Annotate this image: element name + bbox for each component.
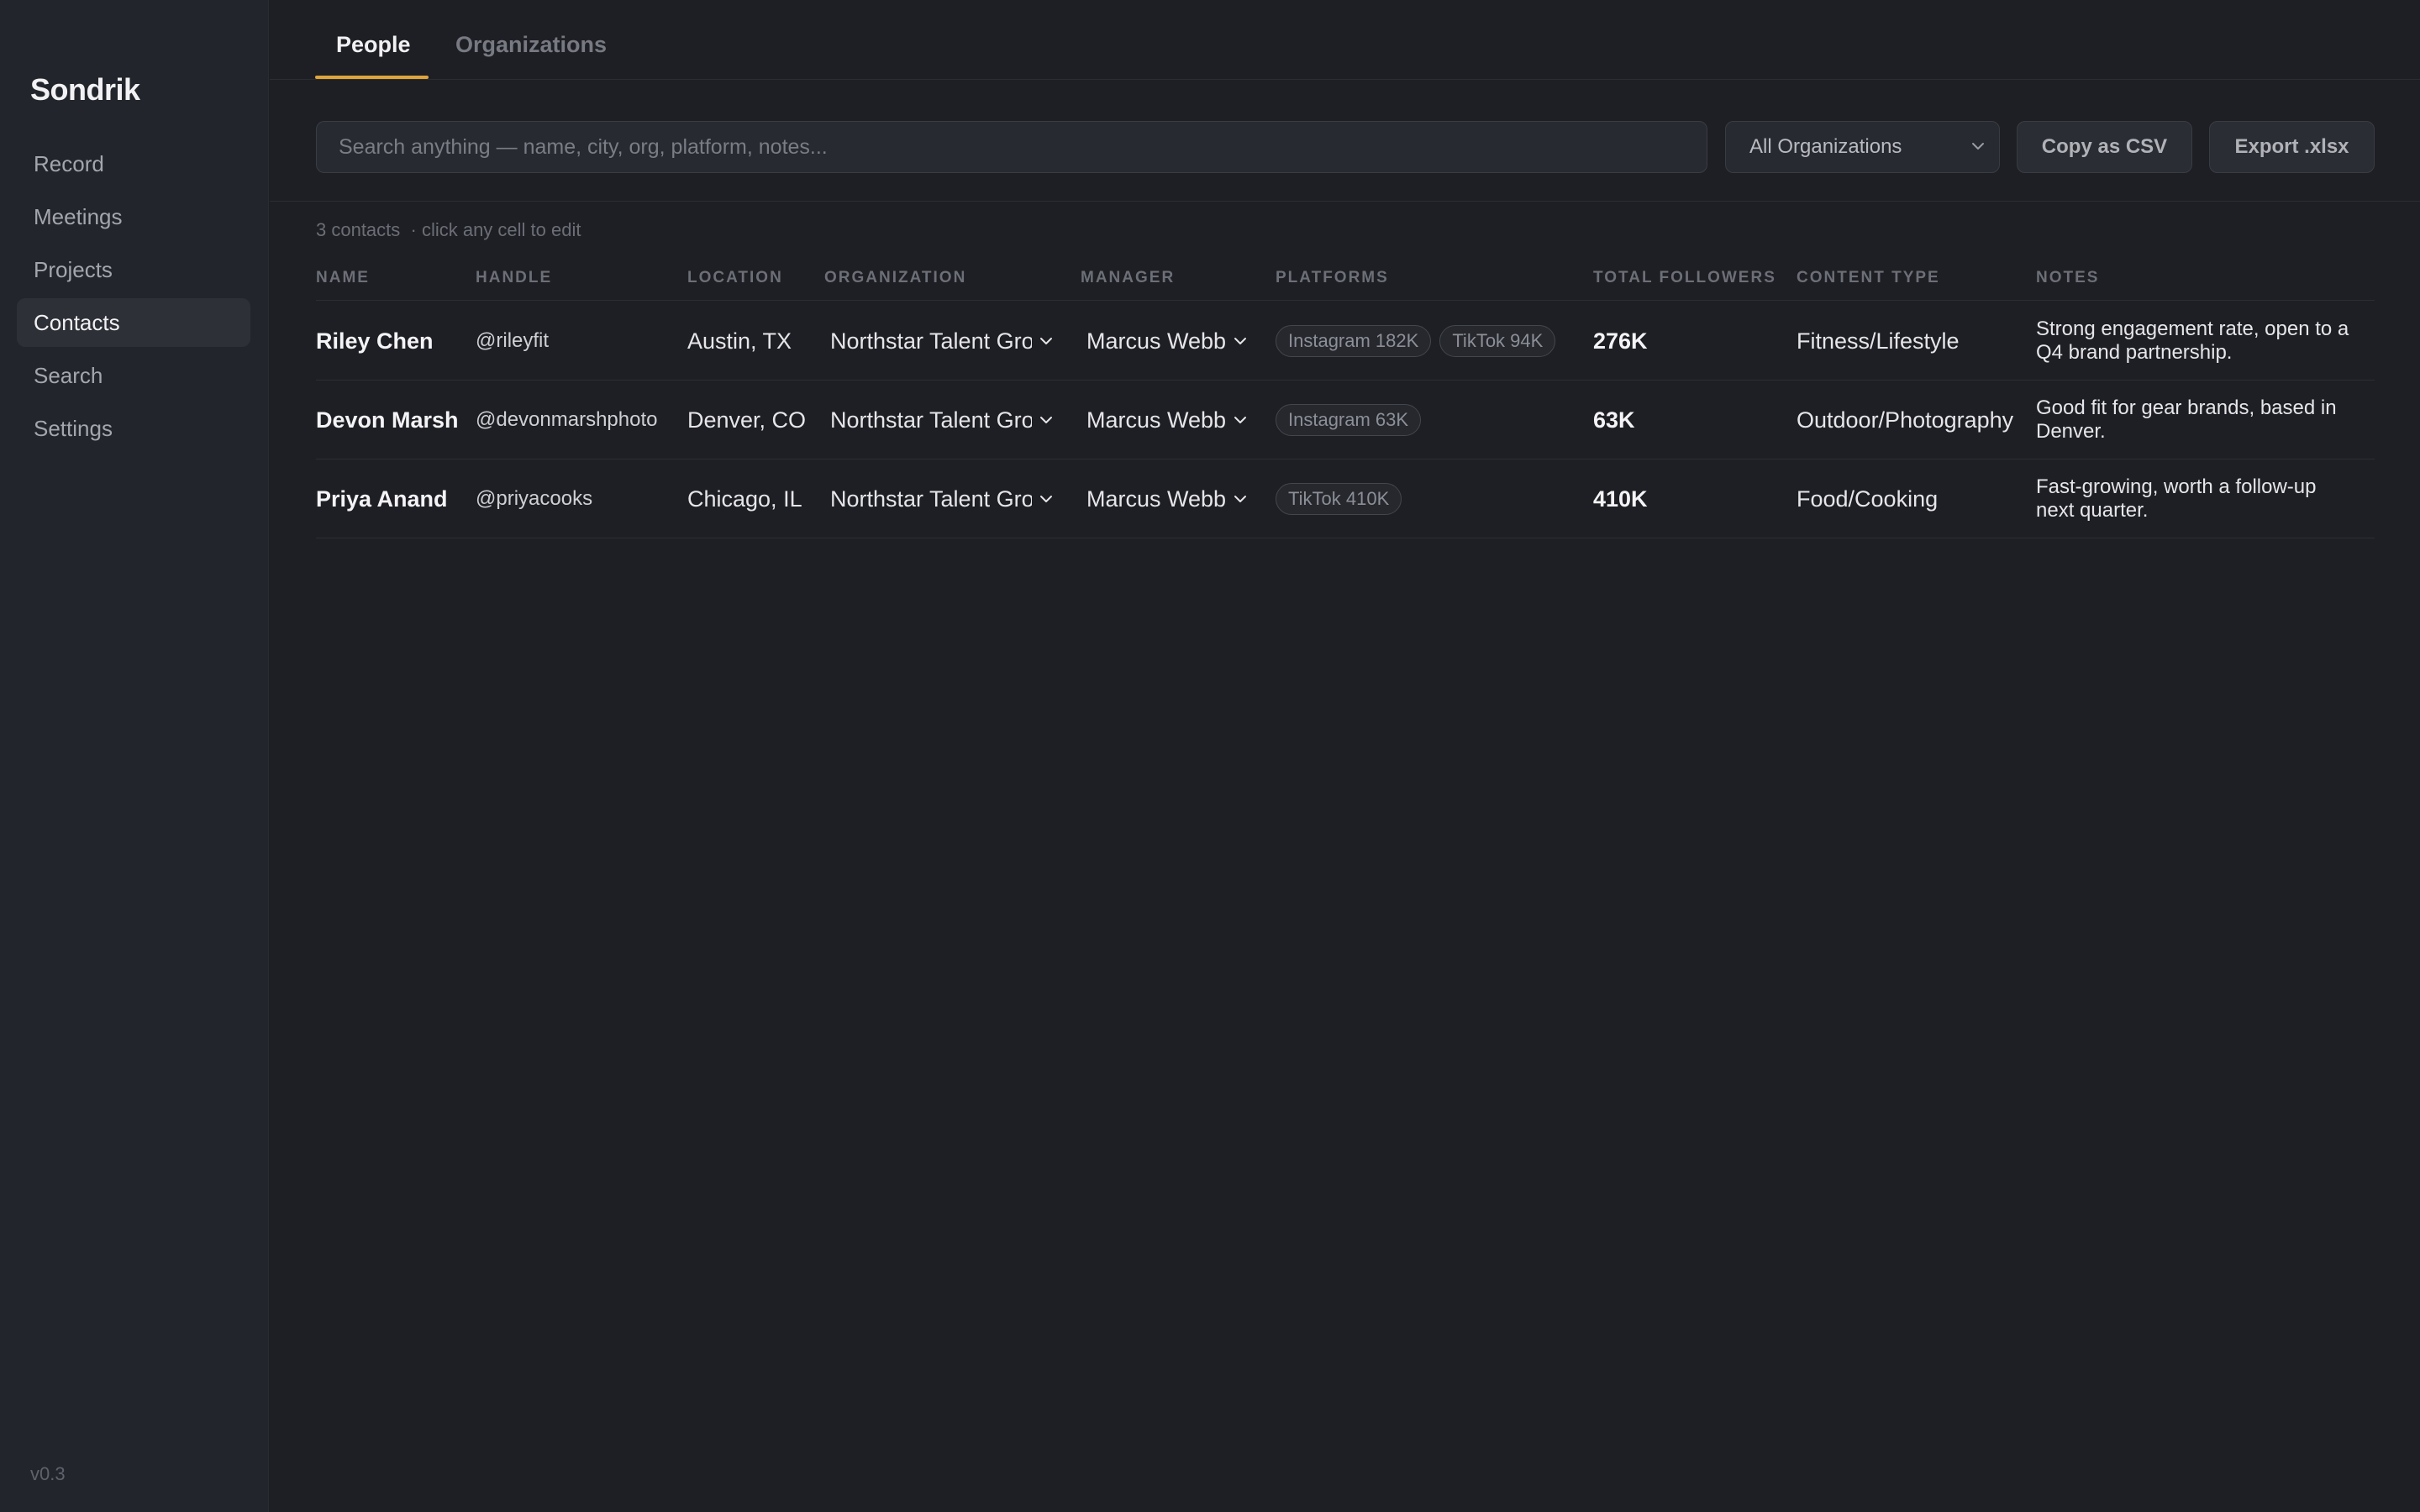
sidebar-item-settings[interactable]: Settings	[17, 404, 250, 453]
cell-organization-dropdown[interactable]: Northstar Talent Group	[830, 459, 1054, 538]
sidebar-item-contacts[interactable]: Contacts	[17, 298, 250, 347]
platform-pill: Instagram 63K	[1276, 404, 1422, 436]
chevron-down-icon	[1972, 143, 1984, 150]
cell-name[interactable]: Priya Anand	[316, 459, 448, 538]
chevron-down-icon	[1040, 338, 1052, 344]
cell-location[interactable]: Denver, CO	[687, 381, 806, 459]
column-header-total-followers[interactable]: TOTAL FOLLOWERS	[1593, 269, 1776, 287]
copy-csv-button[interactable]: Copy as CSV	[2017, 121, 2192, 173]
sidebar-item-search[interactable]: Search	[17, 351, 250, 400]
column-header-content-type[interactable]: CONTENT TYPE	[1797, 269, 1940, 287]
column-header-handle[interactable]: HANDLE	[476, 269, 552, 287]
sidebar-nav: Record Meetings Projects Contacts Search…	[17, 139, 250, 457]
sidebar-item-record[interactable]: Record	[17, 139, 250, 188]
table-header: NAME HANDLE LOCATION ORGANIZATION MANAGE…	[316, 267, 2375, 301]
cell-manager-dropdown[interactable]: Marcus Webb	[1086, 381, 1248, 459]
cell-handle[interactable]: @devonmarshphoto	[476, 381, 658, 459]
cell-location[interactable]: Chicago, IL	[687, 459, 802, 538]
cell-handle[interactable]: @rileyfit	[476, 302, 549, 381]
cell-name[interactable]: Devon Marsh	[316, 381, 459, 459]
search-input[interactable]	[316, 121, 1707, 173]
chevron-down-icon	[1234, 496, 1247, 502]
notes-text: Fast-growing, worth a follow-up next qua…	[2036, 475, 2317, 522]
chevron-down-icon	[1234, 338, 1247, 344]
cell-content-type[interactable]: Outdoor/Photography	[1797, 381, 2013, 459]
notes-text: Good fit for gear brands, based in Denve…	[2036, 396, 2337, 443]
cell-notes[interactable]: Good fit for gear brands, based in Denve…	[2036, 381, 2360, 459]
cell-handle[interactable]: @priyacooks	[476, 459, 592, 538]
organization-value: Northstar Talent Group	[830, 486, 1032, 512]
column-header-manager[interactable]: MANAGER	[1081, 269, 1175, 287]
chevron-down-icon	[1040, 417, 1052, 423]
toolbar: All Organizations Copy as CSV Export .xl…	[316, 121, 2375, 173]
sidebar-item-label: Settings	[34, 415, 113, 441]
cell-manager-dropdown[interactable]: Marcus Webb	[1086, 302, 1248, 381]
cell-total-followers[interactable]: 276K	[1593, 302, 1648, 381]
column-header-location[interactable]: LOCATION	[687, 269, 783, 287]
chevron-down-icon	[1040, 496, 1052, 502]
cell-name[interactable]: Riley Chen	[316, 302, 434, 381]
cell-total-followers[interactable]: 63K	[1593, 381, 1635, 459]
sidebar-item-label: Contacts	[34, 309, 120, 335]
cell-total-followers[interactable]: 410K	[1593, 459, 1648, 538]
platform-pill: TikTok 410K	[1276, 483, 1402, 515]
sidebar-item-label: Projects	[34, 256, 113, 282]
column-header-organization[interactable]: ORGANIZATION	[824, 269, 966, 287]
cell-content-type[interactable]: Fitness/Lifestyle	[1797, 302, 1960, 381]
tab-bar: People Organizations	[270, 0, 2420, 80]
organization-filter-select[interactable]: All Organizations	[1725, 121, 2000, 173]
sidebar-item-projects[interactable]: Projects	[17, 245, 250, 294]
column-header-name[interactable]: NAME	[316, 269, 370, 287]
table-row: Devon Marsh @devonmarshphoto Denver, CO …	[316, 381, 2375, 459]
export-xlsx-button[interactable]: Export .xlsx	[2209, 121, 2375, 173]
table-row: Riley Chen @rileyfit Austin, TX Northsta…	[316, 302, 2375, 381]
sidebar: Sondrik Record Meetings Projects Contact…	[0, 0, 269, 1512]
tab-people[interactable]: People	[336, 32, 411, 58]
cell-platforms[interactable]: Instagram 182K TikTok 94K	[1276, 302, 1564, 381]
cell-platforms[interactable]: Instagram 63K	[1276, 381, 1429, 459]
app-logo: Sondrik	[30, 72, 140, 107]
cell-organization-dropdown[interactable]: Northstar Talent Group	[830, 381, 1054, 459]
platform-pill: Instagram 182K	[1276, 325, 1432, 357]
sidebar-item-label: Meetings	[34, 203, 123, 229]
sidebar-item-label: Search	[34, 362, 103, 388]
notes-text: Strong engagement rate, open to a Q4 bra…	[2036, 318, 2349, 364]
contacts-summary: 3 contacts · click any cell to edit	[316, 219, 581, 240]
sidebar-item-meetings[interactable]: Meetings	[17, 192, 250, 241]
cell-notes[interactable]: Strong engagement rate, open to a Q4 bra…	[2036, 302, 2360, 381]
app-version: v0.3	[30, 1463, 66, 1484]
tab-organizations[interactable]: Organizations	[455, 32, 607, 58]
manager-value: Marcus Webb	[1086, 486, 1227, 512]
sidebar-item-label: Record	[34, 150, 104, 176]
cell-manager-dropdown[interactable]: Marcus Webb	[1086, 459, 1248, 538]
manager-value: Marcus Webb	[1086, 328, 1227, 354]
cell-content-type[interactable]: Food/Cooking	[1797, 459, 1938, 538]
column-header-platforms[interactable]: PLATFORMS	[1276, 269, 1389, 287]
organization-value: Northstar Talent Group	[830, 407, 1032, 433]
organization-value: Northstar Talent Group	[830, 328, 1032, 354]
table-row: Priya Anand @priyacooks Chicago, IL Nort…	[316, 459, 2375, 538]
column-header-notes[interactable]: NOTES	[2036, 269, 2099, 287]
toolbar-divider	[270, 201, 2420, 202]
main-content: People Organizations All Organizations C…	[270, 0, 2420, 1512]
cell-notes[interactable]: Fast-growing, worth a follow-up next qua…	[2036, 459, 2360, 538]
cell-organization-dropdown[interactable]: Northstar Talent Group	[830, 302, 1054, 381]
cell-platforms[interactable]: TikTok 410K	[1276, 459, 1410, 538]
organization-filter-value: All Organizations	[1749, 135, 1902, 158]
cell-location[interactable]: Austin, TX	[687, 302, 792, 381]
chevron-down-icon	[1234, 417, 1247, 423]
platform-pill: TikTok 94K	[1439, 325, 1556, 357]
manager-value: Marcus Webb	[1086, 407, 1227, 433]
active-tab-indicator	[315, 76, 429, 79]
